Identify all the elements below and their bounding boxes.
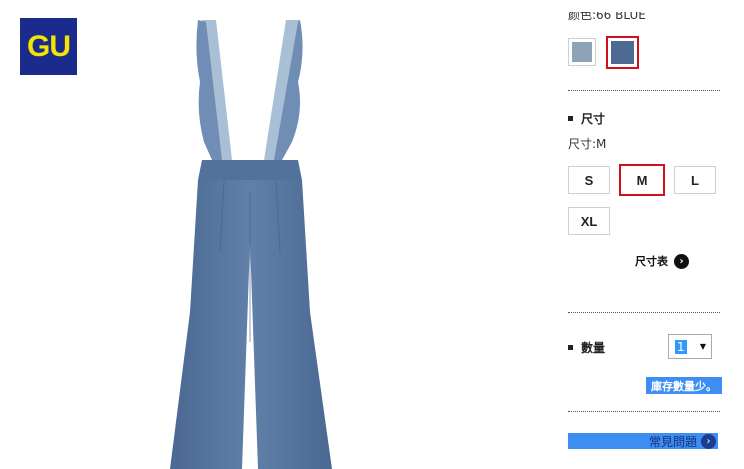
product-options-panel: 颜色:66 BLUE 尺寸 尺寸:M S M L XL 尺寸表 › 數量 1 ▼… xyxy=(568,0,724,469)
product-image xyxy=(170,20,332,469)
faq-text: 常見問題 xyxy=(648,434,697,449)
quantity-heading: 數量 xyxy=(568,339,605,356)
logo-text: GU xyxy=(27,29,71,63)
size-heading-text: 尺寸 xyxy=(581,112,606,126)
size-button-s[interactable]: S xyxy=(568,166,610,194)
swatch-fill xyxy=(611,41,634,64)
size-button-m[interactable]: M xyxy=(619,164,665,196)
size-chart-text: 尺寸表 xyxy=(635,255,668,268)
bullet-icon xyxy=(568,345,573,350)
quantity-heading-text: 數量 xyxy=(581,341,606,355)
size-chart-link[interactable]: 尺寸表 › xyxy=(635,253,689,269)
bullet-icon xyxy=(568,116,573,121)
color-label: 颜色:66 BLUE xyxy=(568,8,646,22)
quantity-value: 1 xyxy=(675,339,687,354)
quantity-select[interactable]: 1 ▼ xyxy=(668,334,712,359)
swatch-light-blue[interactable] xyxy=(568,38,596,66)
swatch-blue[interactable] xyxy=(606,36,639,69)
divider xyxy=(568,312,720,313)
faq-link[interactable]: 常見問題 › xyxy=(568,433,718,449)
gu-logo[interactable]: GU xyxy=(20,18,77,75)
low-stock-note: 庫存數量少。 xyxy=(646,377,722,394)
swatch-fill xyxy=(572,42,592,62)
size-button-l[interactable]: L xyxy=(674,166,716,194)
divider xyxy=(568,411,720,412)
size-button-xl[interactable]: XL xyxy=(568,207,610,235)
chevron-right-icon: › xyxy=(674,253,689,269)
divider xyxy=(568,90,720,91)
size-current: 尺寸:M xyxy=(568,137,607,151)
size-heading: 尺寸 xyxy=(568,110,605,127)
chevron-right-icon: › xyxy=(701,433,716,449)
dropdown-arrow-icon: ▼ xyxy=(699,342,706,351)
